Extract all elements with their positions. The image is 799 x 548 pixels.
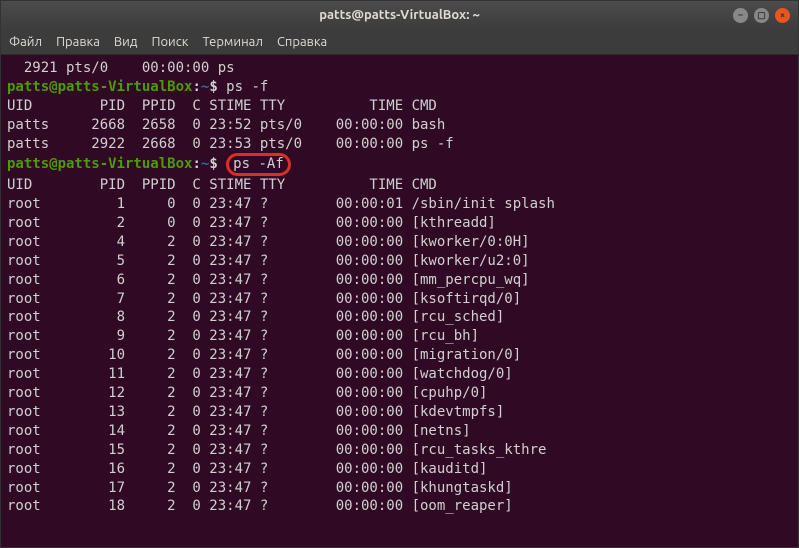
menu-edit[interactable]: Правка — [56, 35, 100, 49]
table-row: root 9 2 0 23:47 ? 00:00:00 [rcu_bh] — [7, 327, 792, 346]
highlighted-command: ps -Af — [226, 153, 291, 176]
table-row: patts 2922 2668 0 23:53 pts/0 00:00:00 p… — [7, 135, 792, 154]
terminal-window: patts@patts-VirtualBox: ~ – ▢ × Файл Пра… — [1, 1, 798, 547]
table-row: root 15 2 0 23:47 ? 00:00:00 [rcu_tasks_… — [7, 441, 792, 460]
table-row: root 11 2 0 23:47 ? 00:00:00 [watchdog/0… — [7, 365, 792, 384]
menu-search[interactable]: Поиск — [151, 35, 188, 49]
menu-terminal[interactable]: Терминал — [202, 35, 262, 49]
prompt-sep: : — [192, 156, 200, 172]
prompt-dollar: $ — [209, 156, 226, 172]
table-row: root 8 2 0 23:47 ? 00:00:00 [rcu_sched] — [7, 308, 792, 327]
output-line: 2921 pts/0 00:00:00 ps — [7, 59, 792, 78]
table-row: root 18 2 0 23:47 ? 00:00:00 [oom_reaper… — [7, 497, 792, 516]
terminal-output[interactable]: 2921 pts/0 00:00:00 pspatts@patts-Virtua… — [1, 55, 798, 547]
table-row: root 12 2 0 23:47 ? 00:00:00 [cpuhp/0] — [7, 384, 792, 403]
command-text: ps -f — [226, 79, 268, 95]
table-row: root 10 2 0 23:47 ? 00:00:00 [migration/… — [7, 346, 792, 365]
table-row: patts 2668 2658 0 23:52 pts/0 00:00:00 b… — [7, 116, 792, 135]
table-row: root 17 2 0 23:47 ? 00:00:00 [khungtaskd… — [7, 479, 792, 498]
prompt-user: patts@patts-VirtualBox — [7, 156, 192, 172]
menu-help[interactable]: Справка — [277, 35, 327, 49]
prompt-line: patts@patts-VirtualBox:~$ ps -f — [7, 78, 792, 97]
menu-view[interactable]: Вид — [114, 35, 138, 49]
table-row: root 1 0 0 23:47 ? 00:00:01 /sbin/init s… — [7, 195, 792, 214]
maximize-button[interactable]: ▢ — [754, 8, 769, 23]
table-row: root 6 2 0 23:47 ? 00:00:00 [mm_percpu_w… — [7, 271, 792, 290]
prompt-user: patts@patts-VirtualBox — [7, 79, 192, 95]
prompt-sep: : — [192, 79, 200, 95]
window-controls: – ▢ × — [733, 8, 790, 23]
table-header: UID PID PPID C STIME TTY TIME CMD — [7, 97, 792, 116]
close-button[interactable]: × — [775, 8, 790, 23]
table-row: root 2 0 0 23:47 ? 00:00:00 [kthreadd] — [7, 214, 792, 233]
table-row: root 13 2 0 23:47 ? 00:00:00 [kdevtmpfs] — [7, 403, 792, 422]
menu-file[interactable]: Файл — [9, 35, 42, 49]
table-row: root 4 2 0 23:47 ? 00:00:00 [kworker/0:0… — [7, 233, 792, 252]
table-row: root 7 2 0 23:47 ? 00:00:00 [ksoftirqd/0… — [7, 290, 792, 309]
command-text: ps -Af — [233, 156, 284, 172]
titlebar: patts@patts-VirtualBox: ~ – ▢ × — [1, 1, 798, 29]
prompt-dollar: $ — [209, 79, 226, 95]
menubar: Файл Правка Вид Поиск Терминал Справка — [1, 29, 798, 55]
table-row: root 16 2 0 23:47 ? 00:00:00 [kauditd] — [7, 460, 792, 479]
table-header: UID PID PPID C STIME TTY TIME CMD — [7, 176, 792, 195]
window-title: patts@patts-VirtualBox: ~ — [319, 8, 480, 22]
table-row: root 5 2 0 23:47 ? 00:00:00 [kworker/u2:… — [7, 252, 792, 271]
table-row: root 14 2 0 23:47 ? 00:00:00 [netns] — [7, 422, 792, 441]
prompt-line: patts@patts-VirtualBox:~$ ps -Af — [7, 153, 792, 176]
minimize-button[interactable]: – — [733, 8, 748, 23]
